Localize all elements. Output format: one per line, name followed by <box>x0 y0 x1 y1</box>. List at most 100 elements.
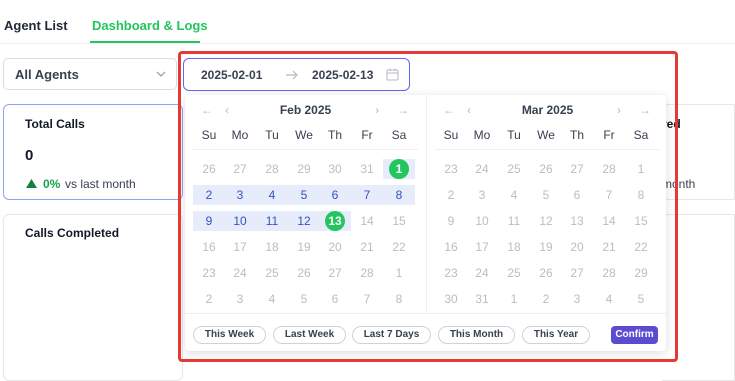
calendar-day[interactable]: 27 <box>561 159 593 179</box>
calendar-day[interactable]: 26 <box>193 159 225 179</box>
preset-last-7-days[interactable]: Last 7 Days <box>352 326 431 344</box>
calendar-day[interactable]: 5 <box>288 185 320 205</box>
calendar-day[interactable]: 6 <box>319 289 351 309</box>
calendar-day[interactable]: 20 <box>319 237 351 257</box>
calendar-day[interactable]: 3 <box>561 289 593 309</box>
start-date[interactable]: 2025-02-01 <box>201 68 262 82</box>
calendar-day[interactable]: 13 <box>319 211 351 231</box>
calendar-day[interactable]: 15 <box>383 211 415 231</box>
preset-this-month[interactable]: This Month <box>438 326 515 344</box>
calendar-day[interactable]: 20 <box>561 237 593 257</box>
calendar-day[interactable]: 19 <box>530 237 562 257</box>
calendar-day[interactable]: 27 <box>561 263 593 283</box>
calendar-day[interactable]: 13 <box>561 211 593 231</box>
calendar-day[interactable]: 5 <box>625 289 657 309</box>
calendar-day[interactable]: 5 <box>530 185 562 205</box>
calendar-day[interactable]: 9 <box>435 211 467 231</box>
calendar-day[interactable]: 25 <box>256 263 288 283</box>
calendar-day[interactable]: 4 <box>256 185 288 205</box>
calendar-day[interactable]: 8 <box>383 185 415 205</box>
calendar-day[interactable]: 16 <box>193 237 225 257</box>
calendar-day[interactable]: 7 <box>351 185 383 205</box>
calendar-day[interactable]: 8 <box>625 185 657 205</box>
calendar-day[interactable]: 23 <box>435 159 467 179</box>
calendar-day[interactable]: 17 <box>466 237 498 257</box>
calendar-day[interactable]: 3 <box>466 185 498 205</box>
calendar-day[interactable]: 27 <box>224 159 256 179</box>
calendar-day[interactable]: 21 <box>593 237 625 257</box>
tab-agent-list[interactable]: Agent List <box>4 18 68 33</box>
calendar-day[interactable]: 31 <box>466 289 498 309</box>
calendar-day[interactable]: 28 <box>593 263 625 283</box>
calendar-day[interactable]: 1 <box>625 159 657 179</box>
calendar-day[interactable]: 4 <box>256 289 288 309</box>
calendar-day[interactable]: 12 <box>288 211 320 231</box>
calendar-day[interactable]: 18 <box>498 237 530 257</box>
calendar-day[interactable]: 11 <box>498 211 530 231</box>
calendar-day[interactable]: 24 <box>224 263 256 283</box>
agent-select[interactable]: All Agents <box>3 58 177 90</box>
calendar-day[interactable]: 1 <box>383 263 415 283</box>
calendar-day[interactable]: 5 <box>288 289 320 309</box>
day-number: 9 <box>447 214 455 228</box>
calendar-day[interactable]: 8 <box>383 289 415 309</box>
calendar-day[interactable]: 23 <box>193 263 225 283</box>
calendar-day[interactable]: 2 <box>435 185 467 205</box>
calendar-day[interactable]: 2 <box>530 289 562 309</box>
calendar-day[interactable]: 28 <box>351 263 383 283</box>
calendar-day[interactable]: 9 <box>193 211 225 231</box>
calendar-day[interactable]: 31 <box>351 159 383 179</box>
calendar-day[interactable]: 10 <box>224 211 256 231</box>
calendar-day[interactable]: 24 <box>466 263 498 283</box>
calendar-day[interactable]: 27 <box>319 263 351 283</box>
calendar-day[interactable]: 10 <box>466 211 498 231</box>
calendar-day[interactable]: 14 <box>351 211 383 231</box>
confirm-button[interactable]: Confirm <box>611 326 658 344</box>
preset-last-week[interactable]: Last Week <box>273 326 346 344</box>
calendar-day[interactable]: 2 <box>193 185 225 205</box>
calendar-day[interactable]: 29 <box>288 159 320 179</box>
partial-chart-card <box>662 214 735 381</box>
calendar-day[interactable]: 1 <box>383 159 415 179</box>
day-number: 20 <box>570 240 584 254</box>
calendar-day[interactable]: 26 <box>530 263 562 283</box>
calendar-day[interactable]: 7 <box>593 185 625 205</box>
tab-dashboard-logs[interactable]: Dashboard & Logs <box>92 18 208 33</box>
day-number: 2 <box>447 188 455 202</box>
calendar-day[interactable]: 22 <box>625 237 657 257</box>
calendar-day[interactable]: 15 <box>625 211 657 231</box>
calendar-day[interactable]: 4 <box>498 185 530 205</box>
calendar-day[interactable]: 6 <box>561 185 593 205</box>
calendar-day[interactable]: 6 <box>319 185 351 205</box>
calendar-day[interactable]: 23 <box>435 263 467 283</box>
end-date[interactable]: 2025-02-13 <box>312 68 373 82</box>
calendar-day[interactable]: 11 <box>256 211 288 231</box>
calendar-day[interactable]: 29 <box>625 263 657 283</box>
calendar-day[interactable]: 28 <box>593 159 625 179</box>
calendar-day[interactable]: 14 <box>593 211 625 231</box>
calendar-day[interactable]: 24 <box>466 159 498 179</box>
preset-this-week[interactable]: This Week <box>193 326 266 344</box>
calendar-day[interactable]: 25 <box>498 159 530 179</box>
calendar-day[interactable]: 4 <box>593 289 625 309</box>
preset-this-year[interactable]: This Year <box>522 326 590 344</box>
calendar-day[interactable]: 28 <box>256 159 288 179</box>
calendar-day[interactable]: 3 <box>224 185 256 205</box>
calendar-day[interactable]: 1 <box>498 289 530 309</box>
calendar-day[interactable]: 12 <box>530 211 562 231</box>
calendar-day[interactable]: 25 <box>498 263 530 283</box>
calendar-day[interactable]: 7 <box>351 289 383 309</box>
calendar-day[interactable]: 18 <box>256 237 288 257</box>
calendar-day[interactable]: 30 <box>435 289 467 309</box>
calendar-day[interactable]: 26 <box>288 263 320 283</box>
calendar-day[interactable]: 26 <box>530 159 562 179</box>
calendar-day[interactable]: 2 <box>193 289 225 309</box>
calendar-day[interactable]: 16 <box>435 237 467 257</box>
calendar-day[interactable]: 3 <box>224 289 256 309</box>
calendar-day[interactable]: 22 <box>383 237 415 257</box>
date-range-picker-input[interactable]: 2025-02-01 2025-02-13 <box>183 58 410 91</box>
calendar-day[interactable]: 17 <box>224 237 256 257</box>
calendar-day[interactable]: 30 <box>319 159 351 179</box>
calendar-day[interactable]: 21 <box>351 237 383 257</box>
calendar-day[interactable]: 19 <box>288 237 320 257</box>
